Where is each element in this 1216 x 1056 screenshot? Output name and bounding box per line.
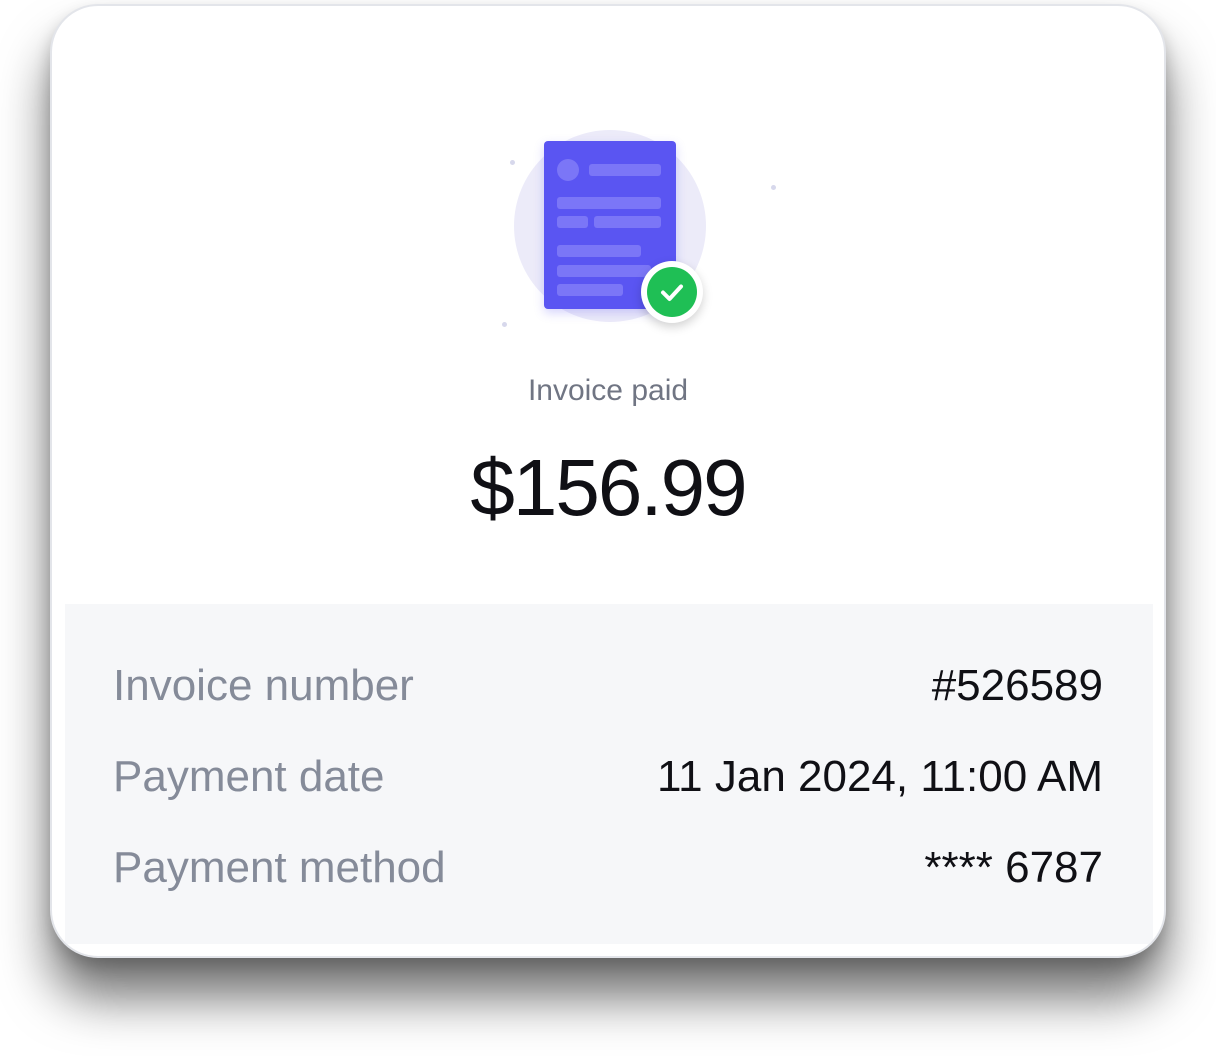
invoice-number-label: Invoice number — [113, 661, 414, 710]
detail-row-payment-method: Payment method **** 6787 — [113, 838, 1103, 898]
invoice-receipt-card: Invoice paid $156.99 Invoice number #526… — [50, 4, 1166, 958]
document-line — [557, 284, 623, 296]
check-icon — [647, 267, 697, 317]
decor-dot — [510, 160, 515, 165]
invoice-details-panel: Invoice number #526589 Payment date 11 J… — [65, 604, 1153, 944]
invoice-number-value: #526589 — [931, 661, 1103, 710]
payment-method-label: Payment method — [113, 843, 446, 892]
payment-date-value: 11 Jan 2024, 11:00 AM — [656, 752, 1103, 801]
document-line — [557, 197, 661, 209]
document-line — [589, 164, 661, 176]
payment-date-label: Payment date — [113, 752, 385, 801]
document-avatar-shape — [557, 159, 579, 181]
decor-dot — [502, 322, 507, 327]
payment-status-label: Invoice paid — [527, 374, 689, 407]
detail-row-payment-date: Payment date 11 Jan 2024, 11:00 AM — [113, 747, 1103, 807]
invoice-paid-illustration — [500, 114, 776, 344]
document-line — [557, 216, 588, 228]
paid-check-badge — [641, 261, 703, 323]
document-line — [594, 216, 661, 228]
payment-method-value: **** 6787 — [924, 843, 1103, 892]
document-line — [557, 245, 641, 257]
paid-amount: $156.99 — [470, 443, 747, 532]
decor-dot — [771, 185, 776, 190]
detail-row-invoice-number: Invoice number #526589 — [113, 656, 1103, 716]
document-line — [557, 265, 651, 277]
